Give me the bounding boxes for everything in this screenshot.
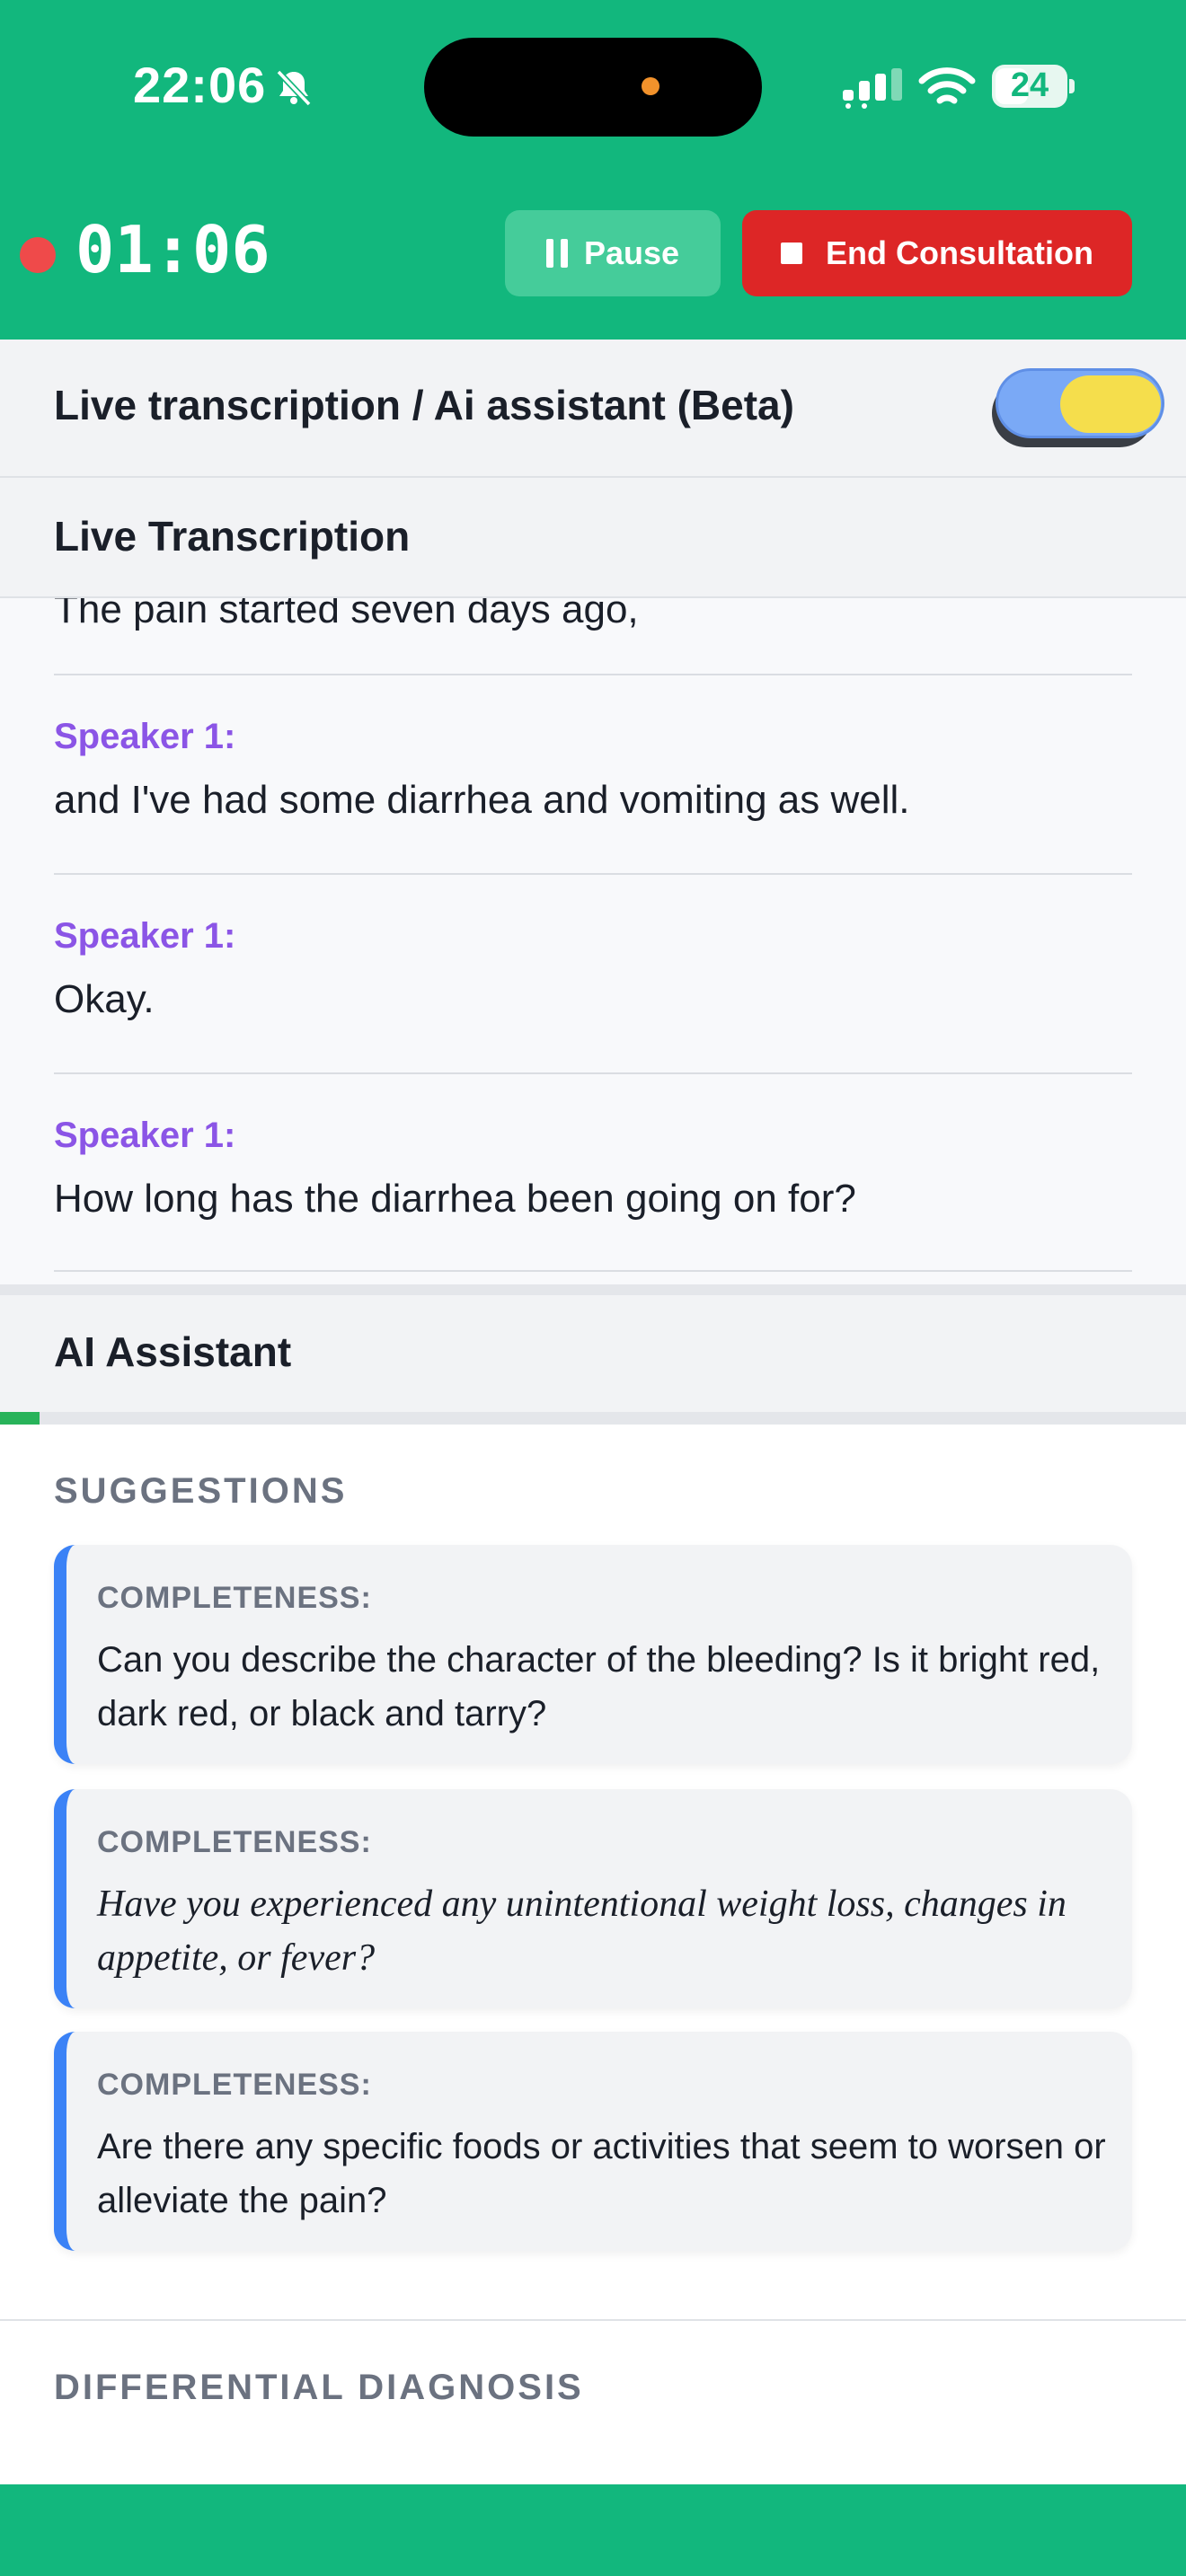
ai-assistant-panel[interactable]: SUGGESTIONS COMPLETENESS: Can you descri…: [0, 1425, 1186, 2576]
speaker-label: Speaker 1:: [54, 916, 236, 956]
stop-icon: [781, 243, 803, 264]
status-time: 22:06: [133, 57, 267, 113]
privacy-indicator-dot: [642, 77, 659, 95]
bottom-bar: [0, 2484, 1186, 2576]
assistant-progress-bar: [0, 1412, 1186, 1425]
pause-button[interactable]: Pause: [505, 210, 721, 296]
section-divider: [0, 2319, 1186, 2321]
bell-slash-icon: [276, 69, 312, 107]
suggestion-category: COMPLETENESS:: [97, 1825, 372, 1859]
wifi-icon: [918, 67, 976, 104]
ai-assistant-header: AI Assistant: [0, 1295, 1186, 1412]
suggestion-card[interactable]: COMPLETENESS: Have you experienced any u…: [54, 1789, 1132, 2008]
pause-icon: [545, 239, 568, 268]
ai-assistant-title: AI Assistant: [54, 1328, 292, 1375]
transcript-entry: Speaker 1: and I've had some diarrhea an…: [54, 674, 1132, 873]
transcript-text: Okay.: [54, 977, 155, 1021]
status-bar: 22:06 24: [0, 0, 1186, 171]
differential-diagnosis-title: DIFFERENTIAL DIAGNOSIS: [54, 2368, 584, 2407]
consultation-timer: 01:06: [75, 212, 270, 287]
suggestion-text: Can you describe the character of the bl…: [97, 1640, 1101, 1734]
suggestion-text: Are there any specific foods or activiti…: [97, 2127, 1106, 2220]
live-transcription-header: Live Transcription: [0, 478, 1186, 598]
suggestion-category: COMPLETENESS:: [97, 1581, 372, 1615]
assistant-progress-fill: [0, 1412, 40, 1425]
transcript-divider: [54, 1270, 1132, 1272]
transcript-entry: Speaker 1: How long has the diarrhea bee…: [54, 1072, 1132, 1272]
speaker-label: Speaker 1:: [54, 1116, 236, 1155]
speaker-label: Speaker 1:: [54, 717, 236, 756]
cellular-signal-icon: [843, 68, 902, 109]
transcript-entry: Speaker 1: Okay.: [54, 873, 1132, 1072]
suggestions-title: SUGGESTIONS: [54, 1471, 348, 1511]
app-header: 22:06 24 01:06 Pause End Consultation: [0, 0, 1186, 340]
suggestion-text: Have you experienced any unintentional w…: [97, 1883, 1067, 1979]
dynamic-island: [424, 38, 762, 137]
transcript-partial-line: The pain started seven days ago,: [54, 598, 639, 631]
transcript-text: How long has the diarrhea been going on …: [54, 1177, 856, 1221]
battery-icon: 24: [992, 65, 1075, 108]
suggestion-category: COMPLETENESS:: [97, 2068, 372, 2102]
transcription-toggle-row: Live transcription / Ai assistant (Beta): [0, 340, 1186, 478]
battery-level: 24: [1010, 66, 1049, 104]
transcript-text: and I've had some diarrhea and vomiting …: [54, 778, 910, 822]
suggestion-card[interactable]: COMPLETENESS: Are there any specific foo…: [54, 2032, 1132, 2251]
section-separator: [0, 1284, 1186, 1295]
pause-label: Pause: [583, 234, 680, 271]
toggle-knob: [1060, 375, 1161, 433]
transcription-assistant-toggle[interactable]: [992, 368, 1164, 447]
end-consultation-label: End Consultation: [826, 234, 1093, 271]
transcript-list[interactable]: The pain started seven days ago, Speaker…: [0, 598, 1186, 1284]
toggle-label: Live transcription / Ai assistant (Beta): [54, 382, 794, 428]
suggestion-card[interactable]: COMPLETENESS: Can you describe the chara…: [54, 1545, 1132, 1764]
live-transcription-title: Live Transcription: [54, 513, 411, 560]
end-consultation-button[interactable]: End Consultation: [742, 210, 1132, 296]
recording-indicator: [20, 237, 56, 273]
